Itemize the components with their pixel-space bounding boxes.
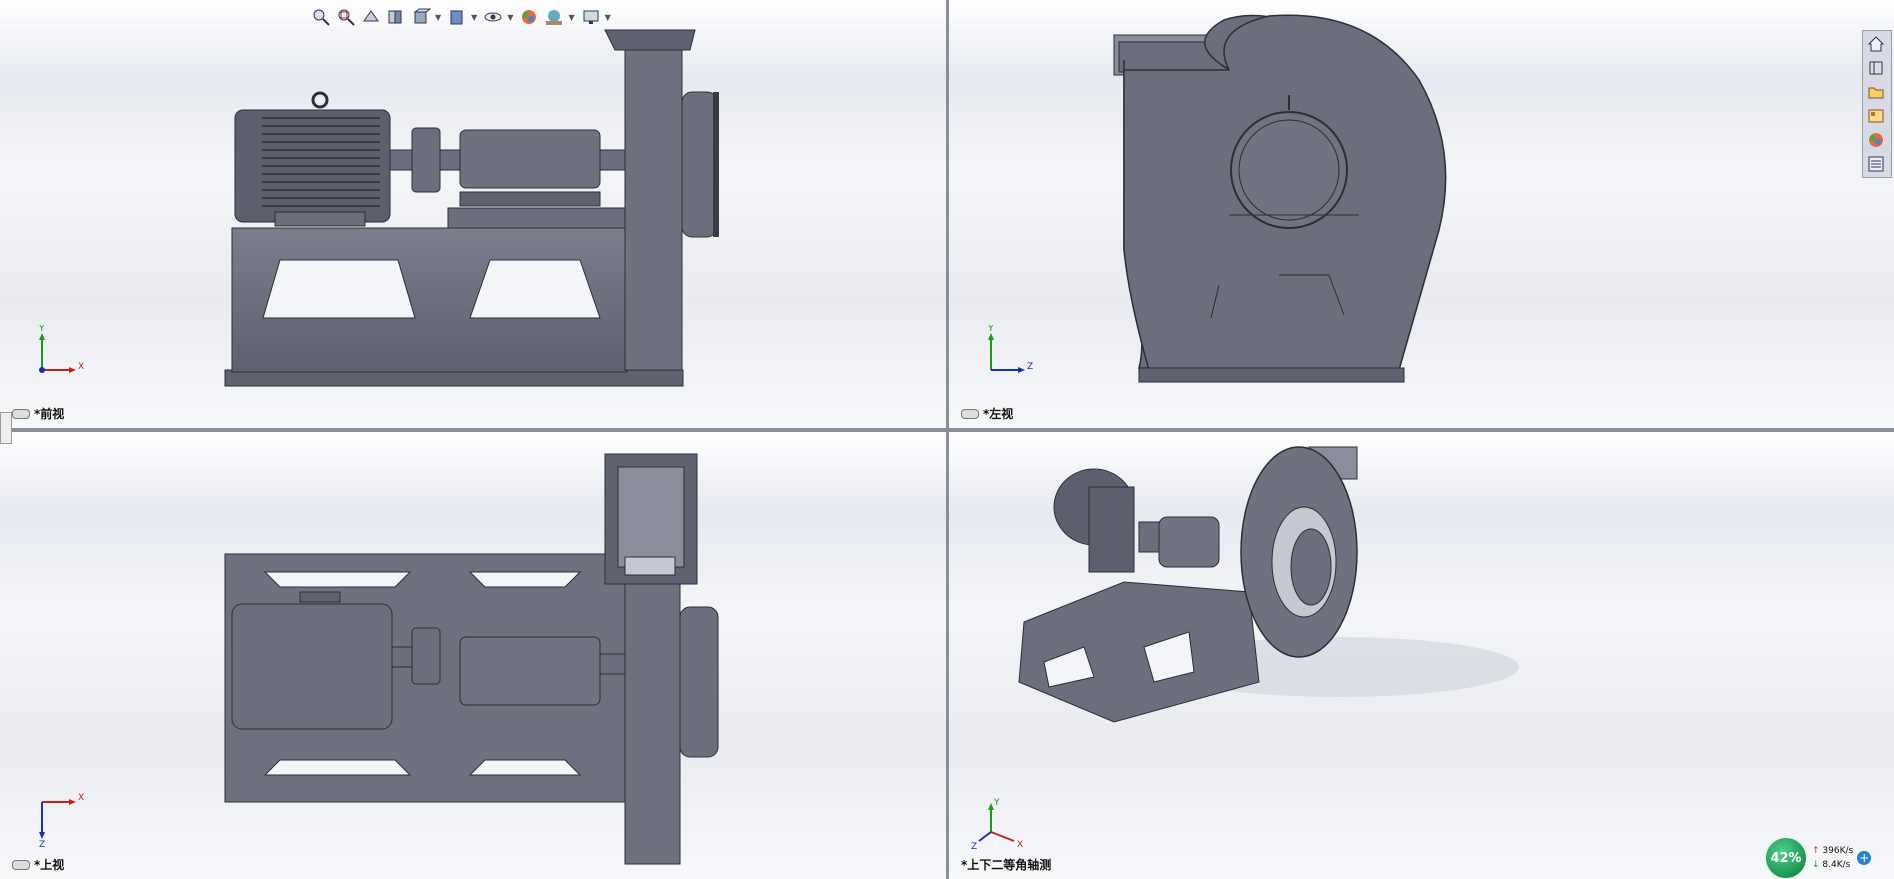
- display-style-icon[interactable]: [446, 6, 468, 28]
- model-isometric-view: [1018, 446, 1519, 723]
- plus-icon[interactable]: +: [1857, 851, 1872, 865]
- appearances-icon[interactable]: [1864, 129, 1888, 151]
- network-monitor-widget[interactable]: 42% ↑ 396K/s ↓ 8.4K/s +: [1764, 836, 1894, 879]
- viewport-isometric[interactable]: Y X Z *上下二等角轴测 42% ↑ 396K/s ↓ 8.4K/s +: [949, 432, 1894, 879]
- model-front-view: [224, 29, 719, 387]
- view-palette-icon[interactable]: [1864, 105, 1888, 127]
- upload-arrow-icon: ↑: [1812, 846, 1820, 856]
- viewport-label: *前视: [12, 405, 64, 422]
- model-top-view: [224, 453, 719, 865]
- view-orientation-icon[interactable]: [410, 6, 432, 28]
- file-explorer-icon[interactable]: [1864, 81, 1888, 103]
- coordinate-triad: Y X Z: [971, 798, 1023, 852]
- axis-z-label: Z: [39, 840, 45, 847]
- panel-collapse-handle[interactable]: [0, 412, 12, 444]
- viewport-label: *上视: [12, 856, 64, 873]
- home-icon[interactable]: [1864, 33, 1888, 55]
- viewport-front[interactable]: ▼ ▼ ▼ ▼ ▼ Y X *前视: [0, 0, 946, 428]
- link-views-icon[interactable]: [12, 859, 30, 870]
- previous-view-icon[interactable]: [360, 6, 382, 28]
- axis-x-label: X: [78, 793, 84, 803]
- viewport-label: *上下二等角轴测: [961, 856, 1051, 873]
- axis-y-label: Y: [987, 325, 994, 334]
- viewport-label: *左视: [961, 405, 1013, 422]
- viewport-left[interactable]: Y Z *左视: [949, 0, 1894, 428]
- coordinate-triad: X Z: [39, 793, 84, 847]
- axis-z-label: Z: [971, 842, 977, 852]
- coordinate-triad: Y Z: [987, 325, 1033, 373]
- axis-y-label: Y: [993, 798, 1000, 808]
- network-rates: ↑ 396K/s ↓ 8.4K/s: [1812, 844, 1853, 872]
- upload-rate: 396K/s: [1822, 846, 1854, 856]
- viewport-left-title: *左视: [983, 407, 1014, 421]
- axis-x-label: X: [1017, 840, 1023, 850]
- appearance-icon[interactable]: [518, 6, 540, 28]
- axis-y-label: Y: [38, 325, 45, 334]
- zoom-to-fit-icon[interactable]: [310, 6, 332, 28]
- download-arrow-icon: ↓: [1812, 860, 1820, 870]
- zoom-area-icon[interactable]: [335, 6, 357, 28]
- model-left-view: [1113, 14, 1447, 383]
- custom-properties-icon[interactable]: [1864, 153, 1888, 175]
- link-views-icon[interactable]: [12, 408, 30, 419]
- chevron-down-icon[interactable]: ▼: [507, 13, 513, 22]
- viewport-iso-title: *上下二等角轴测: [961, 858, 1052, 872]
- scene-icon[interactable]: [543, 6, 565, 28]
- chevron-down-icon[interactable]: ▼: [605, 13, 611, 22]
- viewport-splitter-horizontal[interactable]: [0, 428, 1894, 432]
- hide-show-icon[interactable]: [482, 6, 504, 28]
- task-pane-tabs: [1862, 30, 1892, 178]
- viewport-top[interactable]: X Z *上视: [0, 432, 946, 879]
- viewport-front-title: *前视: [34, 407, 65, 421]
- download-rate: 8.4K/s: [1822, 860, 1851, 870]
- chevron-down-icon[interactable]: ▼: [471, 13, 477, 22]
- cpu-usage-badge[interactable]: 42%: [1764, 836, 1808, 879]
- viewport-splitter-vertical[interactable]: [946, 0, 949, 879]
- design-library-icon[interactable]: [1864, 57, 1888, 79]
- section-view-icon[interactable]: [385, 6, 407, 28]
- heads-up-view-toolbar: ▼ ▼ ▼ ▼ ▼: [310, 4, 613, 30]
- chevron-down-icon[interactable]: ▼: [568, 13, 574, 22]
- display-settings-icon[interactable]: [580, 6, 602, 28]
- coordinate-triad: Y X: [38, 325, 84, 373]
- axis-x-label: X: [78, 362, 84, 372]
- viewport-top-title: *上视: [34, 858, 65, 872]
- link-views-icon[interactable]: [961, 408, 979, 419]
- chevron-down-icon[interactable]: ▼: [435, 13, 441, 22]
- axis-z-label: Z: [1027, 362, 1033, 372]
